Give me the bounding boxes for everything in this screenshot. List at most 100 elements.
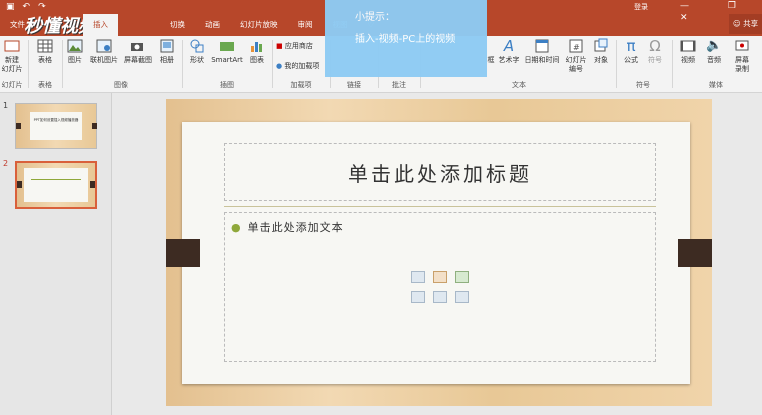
smartart-button[interactable]: SmartArt (210, 38, 244, 65)
share-label: 共享 (743, 19, 759, 28)
screenshot-label: 屏幕截图 (124, 56, 152, 64)
save-icon[interactable]: ▣ (6, 2, 15, 12)
slide-thumbnail-2[interactable] (15, 161, 97, 209)
tab-review[interactable]: 审阅 (288, 14, 323, 36)
smartart-label: SmartArt (211, 56, 243, 64)
object-button[interactable]: 对象 (591, 38, 611, 65)
insert-picture-icon[interactable] (411, 291, 425, 303)
datetime-button[interactable]: 日期和时间 (523, 38, 561, 65)
pi-icon: π (626, 37, 636, 55)
app-store-button[interactable]: ■ 应用商店 (276, 42, 326, 51)
table-label: 表格 (38, 56, 52, 64)
insert-smartart-icon[interactable] (455, 271, 469, 283)
group-separator (672, 40, 673, 88)
symbol-button[interactable]: Ω 符号 (644, 38, 666, 65)
slide-number-label: 幻灯片 编号 (565, 56, 587, 73)
album-label: 相册 (160, 56, 174, 64)
login-link[interactable]: 登录 (634, 0, 648, 14)
my-addins-button[interactable]: ● 我的加载项 (276, 62, 326, 71)
calendar-icon (535, 39, 549, 53)
album-icon (160, 39, 174, 53)
thumbnail-strap-left (17, 181, 22, 188)
picture-button[interactable]: 图片 (64, 38, 86, 65)
tip-text: 插入-视频-PC上的视频 (355, 34, 456, 45)
object-label: 对象 (594, 56, 608, 64)
group-symbols-label: 符号 (636, 81, 650, 89)
online-picture-icon (96, 39, 112, 53)
chart-button[interactable]: 图表 (246, 38, 268, 65)
store-icon: ■ (276, 42, 283, 50)
group-links-label: 链接 (347, 81, 361, 89)
thumbnail-title: PPT如何设置插入视频播放器 (33, 118, 79, 122)
smartart-icon (220, 42, 234, 51)
online-picture-label: 联机图片 (90, 56, 118, 64)
equation-label: 公式 (624, 56, 638, 64)
thumbnail-strap-right (92, 123, 97, 129)
group-text-label: 文本 (512, 81, 526, 89)
shapes-button[interactable]: 形状 (186, 38, 208, 65)
my-addins-label: 我的加载项 (284, 62, 320, 70)
picture-icon (67, 39, 83, 53)
slide-number-button[interactable]: # 幻灯片 编号 (563, 38, 589, 74)
audio-label: 音频 (707, 56, 721, 64)
group-separator (62, 40, 63, 88)
slide-thumbnail-1[interactable]: PPT如何设置插入视频播放器 (15, 103, 97, 149)
insert-chart-icon[interactable] (433, 271, 447, 283)
share-button[interactable]: ☺ 共享 (729, 14, 762, 34)
thumbnail-number: 1 (3, 101, 9, 110)
chart-label: 图表 (250, 56, 264, 64)
tip-title: 小提示： (355, 12, 395, 23)
new-slide-button[interactable]: 新建 幻灯片 (0, 38, 24, 74)
omega-icon: Ω (649, 37, 661, 55)
online-picture-button[interactable]: 联机图片 (88, 38, 120, 65)
group-separator (616, 40, 617, 88)
insert-online-picture-icon[interactable] (433, 291, 447, 303)
speaker-icon: 🔈 (706, 38, 723, 53)
datetime-label: 日期和时间 (524, 56, 560, 64)
table-button[interactable]: 表格 (32, 38, 58, 65)
undo-icon[interactable]: ↶ (23, 2, 31, 12)
tab-transitions[interactable]: 切换 (160, 14, 195, 36)
title-placeholder[interactable]: 单击此处添加标题 (224, 143, 656, 201)
group-media-label: 媒体 (709, 81, 723, 89)
thumbnail-paper (30, 112, 82, 140)
wordart-label: 艺术字 (498, 56, 520, 64)
redo-icon[interactable]: ↷ (38, 2, 46, 12)
insert-video-icon[interactable] (455, 291, 469, 303)
equation-button[interactable]: π 公式 (620, 38, 642, 65)
thumbnail-strap-left (16, 123, 21, 129)
content-placeholder-text: 单击此处添加文本 (247, 221, 344, 234)
group-separator (182, 40, 183, 88)
group-illustrations-label: 插图 (220, 81, 234, 89)
audio-button[interactable]: 🔈 音频 (702, 38, 726, 65)
shapes-label: 形状 (190, 56, 204, 64)
group-slides-label: 幻灯片 (1, 81, 23, 89)
addins-icon: ● (276, 62, 283, 70)
video-button[interactable]: 视频 (676, 38, 700, 65)
slide-thumbnails-pane: 1 PPT如何设置插入视频播放器 2 (0, 93, 112, 415)
title-divider (224, 206, 656, 207)
shapes-icon (190, 39, 204, 53)
content-placeholder[interactable]: ● 单击此处添加文本 (224, 212, 656, 362)
thumbnail-strap-right (90, 181, 95, 188)
tab-slideshow[interactable]: 幻灯片放映 (230, 14, 288, 36)
group-comments-label: 批注 (392, 81, 406, 89)
wordart-button[interactable]: A 艺术字 (497, 38, 521, 65)
bullet-icon: ● (231, 221, 242, 234)
thumbnail-paper (24, 168, 88, 202)
chart-icon (251, 42, 262, 52)
group-addins-label: 加载项 (290, 81, 312, 89)
screenshot-button[interactable]: 屏幕截图 (122, 38, 154, 65)
screen-record-button[interactable]: 屏幕 录制 (728, 38, 756, 74)
tab-file[interactable]: 文件 (0, 14, 35, 36)
svg-text:#: # (573, 43, 580, 52)
app-store-label: 应用商店 (284, 42, 313, 50)
table-icon (37, 39, 53, 53)
textbox-button[interactable]: 框 (487, 56, 495, 65)
group-separator (28, 40, 29, 88)
insert-table-icon[interactable] (411, 271, 425, 283)
symbol-label: 符号 (648, 56, 662, 64)
album-button[interactable]: 相册 (156, 38, 178, 65)
tab-animations[interactable]: 动画 (195, 14, 230, 36)
tab-insert[interactable]: 插入 (83, 14, 118, 36)
